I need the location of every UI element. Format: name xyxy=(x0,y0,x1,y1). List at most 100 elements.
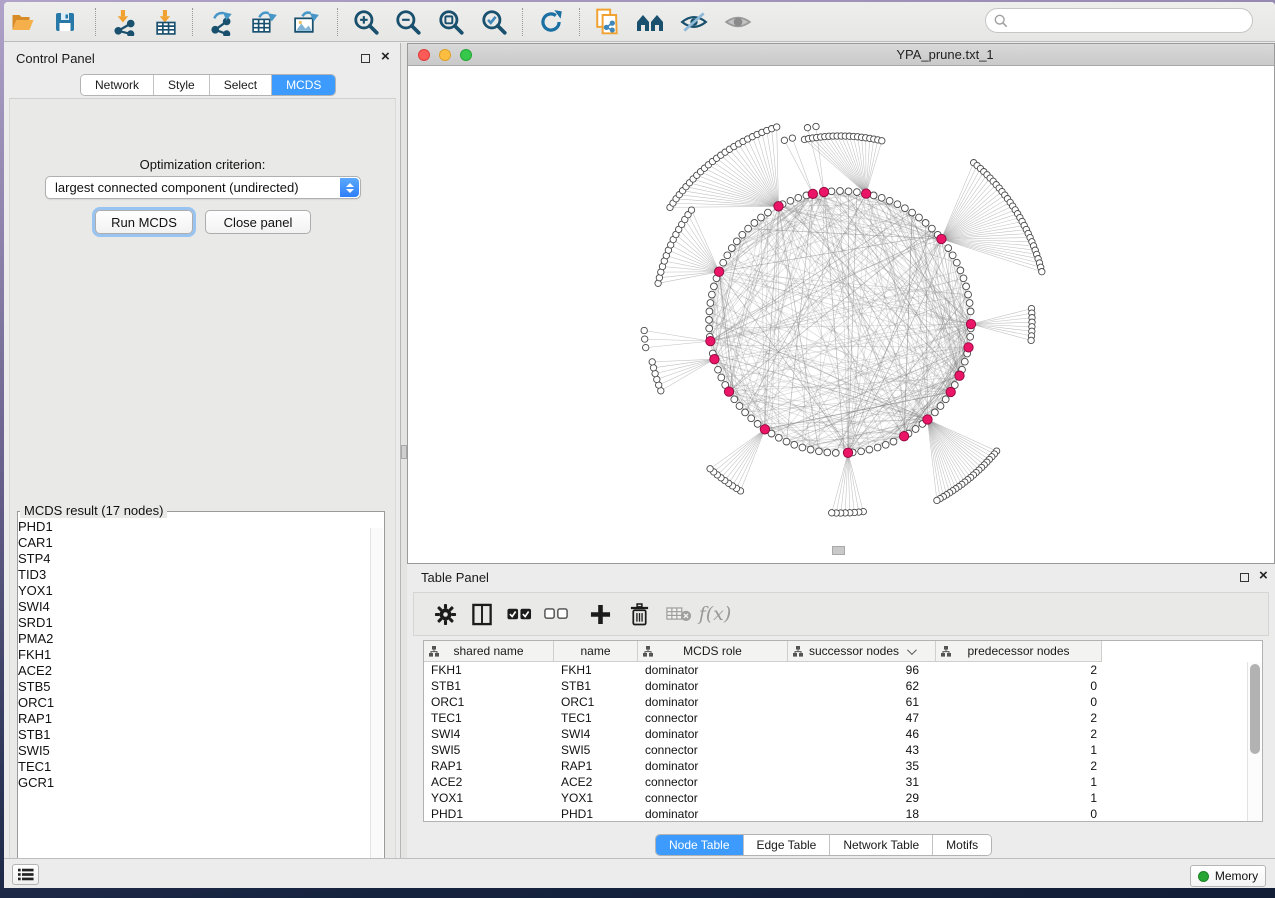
tab-network-table[interactable]: Network Table xyxy=(830,835,933,855)
first-neighbors-button[interactable] xyxy=(633,4,669,40)
column-header-MCDS-role[interactable]: MCDS role xyxy=(638,641,788,662)
mcds-result-item[interactable]: SWI4 xyxy=(18,599,370,615)
tab-motifs[interactable]: Motifs xyxy=(933,835,991,855)
sort-descending-icon xyxy=(907,645,917,655)
refresh-icon xyxy=(537,8,565,36)
float-panel-icon[interactable] xyxy=(361,54,370,63)
import-network-icon xyxy=(111,9,138,36)
table-toolbar: f(x) xyxy=(413,592,1269,636)
mcds-result-item[interactable]: CAR1 xyxy=(18,535,370,551)
export-network-button[interactable] xyxy=(204,4,240,40)
mcds-result-item[interactable]: PHD1 xyxy=(18,519,370,535)
mcds-result-item[interactable]: GCR1 xyxy=(18,775,370,791)
mcds-result-item[interactable]: RAP1 xyxy=(18,711,370,727)
optimization-criterion-select[interactable]: largest connected component (undirected) xyxy=(45,176,361,199)
table-body: FKH1FKH1dominator962STB1STB1dominator620… xyxy=(424,662,1247,821)
tab-style[interactable]: Style xyxy=(154,75,210,95)
network-from-selection-button[interactable] xyxy=(590,4,626,40)
tab-edge-table[interactable]: Edge Table xyxy=(744,835,831,855)
table-scrollbar-thumb[interactable] xyxy=(1250,664,1260,754)
network-scroll-grip[interactable] xyxy=(832,546,845,555)
table-row[interactable]: ORC1ORC1dominator610 xyxy=(424,694,1247,710)
mcds-result-item[interactable]: SRD1 xyxy=(18,615,370,631)
select-all-columns-button[interactable] xyxy=(504,597,534,631)
search-icon xyxy=(994,14,1008,28)
import-table-icon xyxy=(153,9,180,36)
table-row[interactable]: FKH1FKH1dominator962 xyxy=(424,662,1247,678)
table-row[interactable]: YOX1YOX1connector291 xyxy=(424,790,1247,806)
mcds-result-item[interactable]: TID3 xyxy=(18,567,370,583)
table-row[interactable]: ACE2ACE2connector311 xyxy=(424,774,1247,790)
column-header-name[interactable]: name xyxy=(554,641,638,662)
import-network-button[interactable] xyxy=(106,4,142,40)
control-panel-tabs: Network Style Select MCDS xyxy=(80,74,336,96)
column-settings-button[interactable] xyxy=(430,597,460,631)
run-mcds-button[interactable]: Run MCDS xyxy=(95,210,193,234)
mcds-result-scrollbar[interactable] xyxy=(370,528,383,878)
zoom-selected-button[interactable] xyxy=(476,4,512,40)
deselect-all-columns-button[interactable] xyxy=(541,597,571,631)
table-scrollbar[interactable] xyxy=(1247,662,1262,821)
table-row[interactable]: RAP1RAP1dominator352 xyxy=(424,758,1247,774)
mcds-result-item[interactable]: STB5 xyxy=(18,679,370,695)
zoom-in-button[interactable] xyxy=(348,4,384,40)
zoom-out-button[interactable] xyxy=(390,4,426,40)
split-pane-button[interactable] xyxy=(467,597,497,631)
memory-button[interactable]: Memory xyxy=(1190,865,1266,887)
close-panel-button[interactable]: Close panel xyxy=(205,210,311,234)
network-window-titlebar[interactable]: YPA_prune.txt_1 xyxy=(408,44,1274,66)
table-row[interactable]: TEC1TEC1connector472 xyxy=(424,710,1247,726)
mcds-result-item[interactable]: FKH1 xyxy=(18,647,370,663)
export-image-button[interactable] xyxy=(287,4,323,40)
mcds-result-item[interactable]: ORC1 xyxy=(18,695,370,711)
column-header-shared-name[interactable]: shared name xyxy=(424,641,554,662)
hide-selected-button[interactable] xyxy=(676,4,712,40)
export-network-icon xyxy=(209,9,236,36)
delete-column-button[interactable] xyxy=(624,597,654,631)
zoom-selected-icon xyxy=(480,8,508,36)
toolbar-separator xyxy=(337,8,338,36)
tab-select[interactable]: Select xyxy=(210,75,272,95)
tab-node-table[interactable]: Node Table xyxy=(656,835,744,855)
table-row[interactable]: STB1STB1dominator620 xyxy=(424,678,1247,694)
mcds-result-item[interactable]: SWI5 xyxy=(18,743,370,759)
delete-table-button xyxy=(664,597,694,631)
add-column-button[interactable] xyxy=(585,597,615,631)
show-all-button[interactable] xyxy=(720,4,756,40)
memory-label: Memory xyxy=(1215,869,1258,883)
network-canvas[interactable] xyxy=(408,66,1274,563)
export-table-button[interactable] xyxy=(245,4,281,40)
tab-network[interactable]: Network xyxy=(81,75,154,95)
toolbar-separator xyxy=(579,8,580,36)
tab-mcds[interactable]: MCDS xyxy=(272,75,335,95)
mcds-result-item[interactable]: ACE2 xyxy=(18,663,370,679)
apply-layout-button[interactable] xyxy=(533,4,569,40)
mcds-result-item[interactable]: STP4 xyxy=(18,551,370,567)
task-monitor-button[interactable] xyxy=(12,864,39,885)
import-table-button[interactable] xyxy=(148,4,184,40)
column-header-predecessor-nodes[interactable]: predecessor nodes xyxy=(936,641,1102,662)
control-panel-title: Control Panel xyxy=(16,51,95,66)
gear-icon xyxy=(434,603,457,626)
mcds-result-item[interactable]: YOX1 xyxy=(18,583,370,599)
toolbar-separator xyxy=(522,8,523,36)
close-panel-icon[interactable]: × xyxy=(381,48,390,65)
table-row[interactable]: PHD1PHD1dominator180 xyxy=(424,806,1247,821)
open-file-button[interactable] xyxy=(4,4,40,40)
search-input[interactable] xyxy=(1012,14,1252,28)
float-table-panel-icon[interactable] xyxy=(1240,573,1249,582)
close-table-panel-icon[interactable]: × xyxy=(1259,567,1268,584)
table-header-row: shared namenameMCDS rolesuccessor nodesp… xyxy=(424,641,1262,662)
mcds-result-item[interactable]: PMA2 xyxy=(18,631,370,647)
search-box[interactable] xyxy=(985,8,1253,33)
network-window-title: YPA_prune.txt_1 xyxy=(408,47,1274,62)
mcds-result-item[interactable]: STB1 xyxy=(18,727,370,743)
mcds-result-item[interactable]: TEC1 xyxy=(18,759,370,775)
save-session-button[interactable] xyxy=(47,4,83,40)
export-table-icon xyxy=(250,9,277,36)
column-header-successor-nodes[interactable]: successor nodes xyxy=(788,641,936,662)
zoom-in-icon xyxy=(352,8,380,36)
table-row[interactable]: SWI4SWI4dominator462 xyxy=(424,726,1247,742)
table-row[interactable]: SWI5SWI5connector431 xyxy=(424,742,1247,758)
zoom-fit-button[interactable] xyxy=(433,4,469,40)
